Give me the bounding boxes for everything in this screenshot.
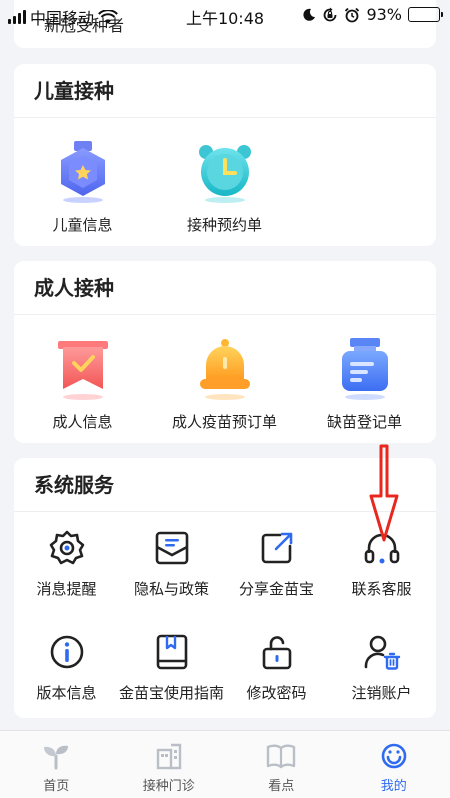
bell-icon xyxy=(192,335,258,401)
guide-book-icon xyxy=(152,632,192,672)
appointment-form-label: 接种预约单 xyxy=(186,216,262,234)
tab-clinic[interactable]: 接种门诊 xyxy=(113,731,226,798)
adult-vaccination-card: 成人接种 成人信息 成人疫苗预订单 缺苗登记单 xyxy=(14,261,436,443)
vaccine-bottle-icon xyxy=(332,335,398,401)
tab-mine-label: 我的 xyxy=(380,779,407,794)
tab-news[interactable]: 看点 xyxy=(225,731,338,798)
alarm-icon xyxy=(345,7,360,22)
version-info-label: 版本信息 xyxy=(36,684,97,702)
child-info-button[interactable]: 儿童信息 xyxy=(30,138,135,235)
gear-icon xyxy=(47,528,87,568)
shortage-registration-button[interactable]: 缺苗登记单 xyxy=(312,335,417,432)
child-badge-icon xyxy=(50,138,116,204)
delete-account-label: 注销账户 xyxy=(351,684,412,702)
tab-clinic-label: 接种门诊 xyxy=(142,779,195,794)
book-icon xyxy=(266,741,296,771)
adult-info-button[interactable]: 成人信息 xyxy=(30,335,135,432)
unlock-icon xyxy=(257,632,297,672)
battery-percent: 93% xyxy=(366,5,402,24)
tab-bar: 首页 接种门诊 看点 我的 xyxy=(0,730,450,798)
moon-icon xyxy=(303,8,316,21)
message-reminder-label: 消息提醒 xyxy=(36,580,97,598)
appointment-form-button[interactable]: 接种预约单 xyxy=(172,138,277,235)
rotation-lock-icon xyxy=(324,7,337,21)
user-guide-label: 金苗宝使用指南 xyxy=(119,684,225,702)
tab-mine[interactable]: 我的 xyxy=(338,731,450,798)
user-guide-button[interactable]: 金苗宝使用指南 xyxy=(119,632,224,703)
document-icon xyxy=(152,528,192,568)
tab-home-label: 首页 xyxy=(43,779,70,794)
share-app-button[interactable]: 分享金苗宝 xyxy=(224,528,329,599)
adult-info-label: 成人信息 xyxy=(52,413,113,431)
child-info-label: 儿童信息 xyxy=(52,216,113,234)
user-delete-icon xyxy=(362,632,402,672)
contact-support-label: 联系客服 xyxy=(351,580,412,598)
share-app-label: 分享金苗宝 xyxy=(238,580,314,598)
profile-icon xyxy=(379,741,409,771)
share-icon xyxy=(257,528,297,568)
children-vaccination-card: 儿童接种 儿童信息 接种预约单 xyxy=(14,64,436,246)
tab-news-label: 看点 xyxy=(268,779,295,794)
info-icon xyxy=(47,632,87,672)
delete-account-button[interactable]: 注销账户 xyxy=(329,632,434,703)
message-reminder-button[interactable]: 消息提醒 xyxy=(14,528,119,599)
change-password-button[interactable]: 修改密码 xyxy=(224,632,329,703)
annotation-arrow xyxy=(369,444,399,542)
alarm-clock-icon xyxy=(192,138,258,204)
adult-vaccine-order-label: 成人疫苗预订单 xyxy=(172,413,278,431)
battery-icon xyxy=(408,7,443,22)
clinic-icon xyxy=(154,741,184,771)
children-section-title: 儿童接种 xyxy=(14,64,436,118)
status-bar: 中国移动 上午10:48 93% xyxy=(0,0,450,30)
version-info-button[interactable]: 版本信息 xyxy=(14,632,119,703)
adult-ribbon-icon xyxy=(50,335,116,401)
change-password-label: 修改密码 xyxy=(246,684,307,702)
privacy-policy-label: 隐私与政策 xyxy=(133,580,209,598)
adult-vaccine-order-button[interactable]: 成人疫苗预订单 xyxy=(172,335,277,432)
shortage-registration-label: 缺苗登记单 xyxy=(326,413,402,431)
home-sprout-icon xyxy=(41,741,71,771)
privacy-policy-button[interactable]: 隐私与政策 xyxy=(119,528,224,599)
adult-section-title: 成人接种 xyxy=(14,261,436,315)
tab-home[interactable]: 首页 xyxy=(0,731,113,798)
